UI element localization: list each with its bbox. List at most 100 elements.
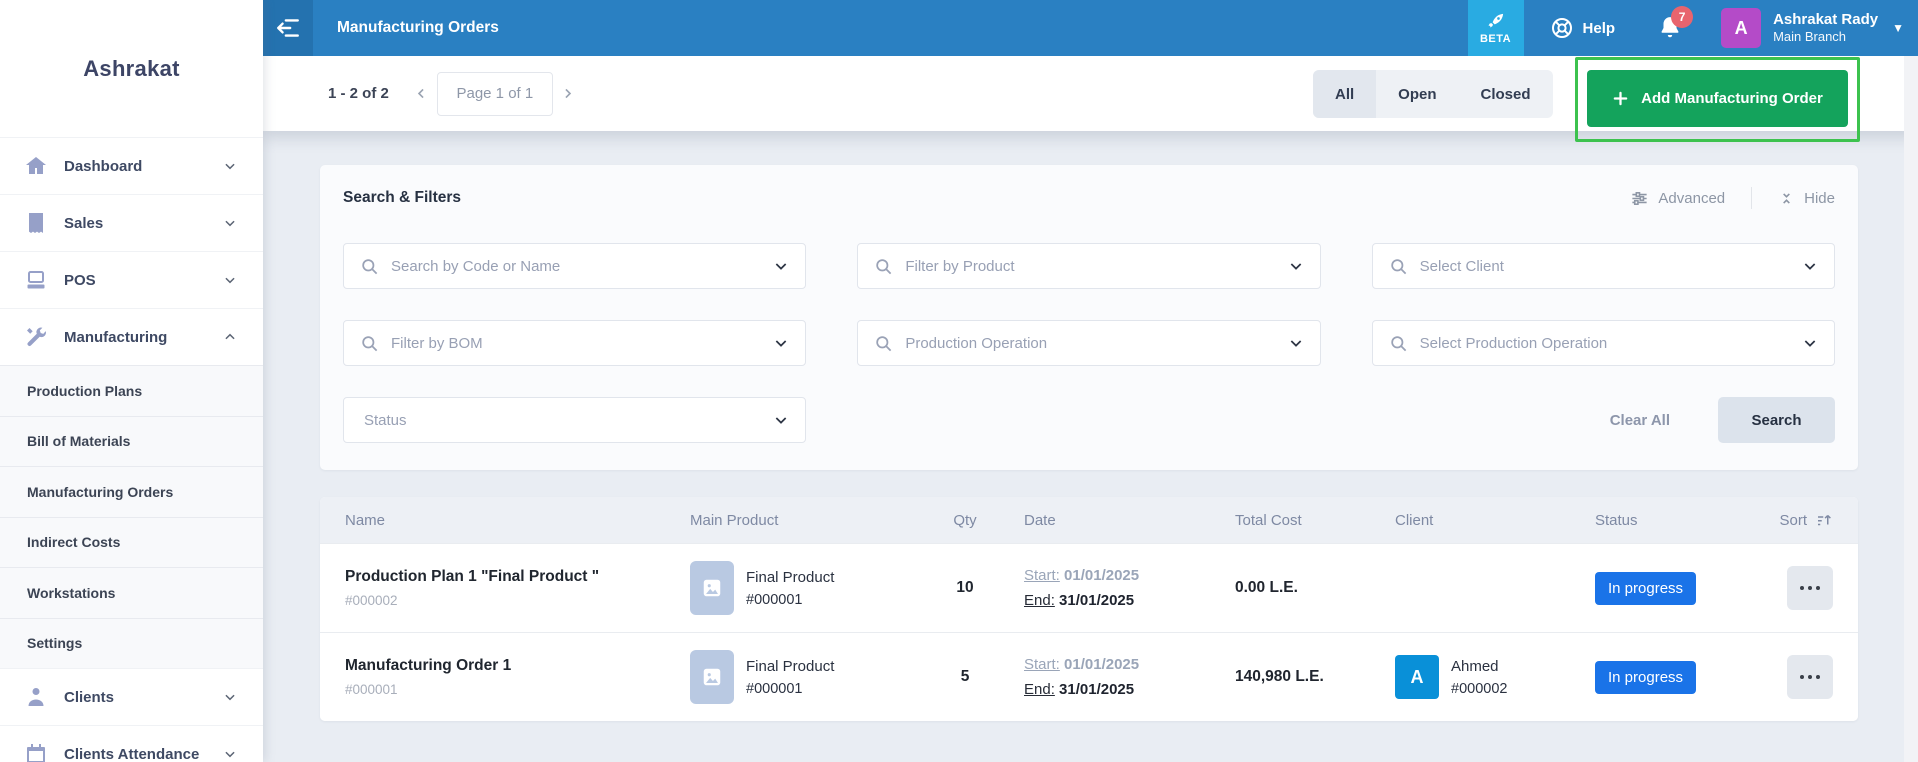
receipt-icon: [24, 211, 48, 235]
filter-placeholder: Select Client: [1419, 257, 1504, 275]
beta-badge[interactable]: BETA: [1467, 0, 1524, 56]
collapse-menu-icon: [275, 15, 301, 41]
chevron-down-icon: [1802, 335, 1818, 351]
chevron-down-icon: [223, 273, 237, 287]
column-header-client: Client: [1395, 511, 1434, 529]
client-avatar: A: [1395, 655, 1439, 699]
sidebar: Ashrakat Dashboard Sales POS Manufacturi…: [0, 0, 263, 762]
sidebar-item-label: Sales: [64, 214, 104, 232]
submenu-item-manufacturing-orders[interactable]: Manufacturing Orders: [0, 466, 263, 517]
order-id: #000002: [345, 593, 398, 608]
submenu-item-workstations[interactable]: Workstations: [0, 567, 263, 618]
table-row[interactable]: Manufacturing Order 1 #000001 Final Prod…: [320, 632, 1858, 721]
brand-logo: Ashrakat: [83, 55, 180, 81]
order-dates: Start: 01/01/2025 End: 31/01/2025: [990, 563, 1210, 614]
pagination: 1 - 2 of 2 Page 1 of 1: [328, 71, 583, 116]
scrollbar-track[interactable]: [1904, 56, 1918, 762]
order-total-cost: 140,980 L.E.: [1235, 668, 1324, 685]
chevron-down-icon: [223, 747, 237, 761]
filter-production-operation[interactable]: Production Operation: [857, 320, 1321, 366]
notifications-button[interactable]: 7: [1657, 6, 1694, 41]
sidebar-item-label: POS: [64, 271, 96, 289]
help-label: Help: [1582, 19, 1616, 37]
submenu-item-settings[interactable]: Settings: [0, 617, 263, 669]
caret-down-icon: ▼: [1892, 21, 1904, 35]
advanced-filters-link[interactable]: Advanced: [1630, 189, 1725, 208]
tab-open[interactable]: Open: [1376, 70, 1458, 118]
client-name: Ahmed: [1451, 657, 1499, 675]
start-date: 01/01/2025: [1064, 566, 1140, 584]
sort-label: Sort: [1779, 511, 1807, 529]
add-button-label: Add Manufacturing Order: [1641, 90, 1823, 107]
product-name: Final Product: [746, 657, 835, 675]
end-label: End:: [1024, 592, 1055, 609]
order-qty: 5: [960, 668, 970, 685]
order-qty: 10: [956, 579, 974, 596]
filter-status[interactable]: Status: [343, 397, 807, 443]
user-menu[interactable]: A Ashrakat Rady Main Branch ▼: [1721, 8, 1904, 48]
chevron-down-icon: [773, 258, 789, 274]
order-id: #000001: [345, 682, 398, 697]
order-name: Production Plan 1 "Final Product ": [345, 568, 600, 585]
start-label: Start:: [1024, 655, 1060, 673]
product-image-placeholder: [690, 561, 734, 615]
topbar: Manufacturing Orders BETA Help 7 A Ashra…: [263, 0, 1918, 56]
sidebar-item-sales[interactable]: Sales: [0, 194, 263, 251]
topbar-right: BETA Help 7 A Ashrakat Rady Main Branch …: [1467, 0, 1918, 56]
chevron-down-icon: [223, 216, 237, 230]
collapse-vertical-icon: [1778, 190, 1795, 207]
product-id: #000001: [746, 680, 803, 697]
row-actions-button[interactable]: [1787, 566, 1833, 610]
status-badge[interactable]: In progress: [1595, 571, 1697, 605]
filters-panel-title: Search & Filters: [343, 189, 462, 206]
filter-search-code-name[interactable]: Search by Code or Name: [343, 243, 807, 289]
tab-closed[interactable]: Closed: [1459, 70, 1553, 118]
prev-page-button[interactable]: [407, 72, 437, 116]
results-range: 1 - 2 of 2: [328, 85, 389, 102]
advanced-label: Advanced: [1658, 189, 1726, 207]
sidebar-item-clients[interactable]: Clients: [0, 668, 263, 725]
filter-product[interactable]: Filter by Product: [857, 243, 1321, 289]
filter-placeholder: Select Production Operation: [1419, 334, 1608, 352]
help-button[interactable]: Help: [1550, 16, 1616, 40]
search-button[interactable]: Search: [1718, 397, 1835, 443]
column-header-total-cost: Total Cost: [1235, 511, 1302, 529]
hide-filters-link[interactable]: Hide: [1778, 190, 1835, 207]
filter-client[interactable]: Select Client: [1371, 243, 1835, 289]
sidebar-item-clients-attendance[interactable]: Clients Attendance: [0, 725, 263, 762]
sidebar-item-dashboard[interactable]: Dashboard: [0, 137, 263, 194]
submenu-item-indirect-costs[interactable]: Indirect Costs: [0, 516, 263, 568]
sidebar-collapse-button[interactable]: [263, 0, 313, 56]
sidebar-item-label: Clients Attendance: [64, 745, 200, 762]
product-id: #000001: [746, 591, 803, 608]
status-badge[interactable]: In progress: [1595, 660, 1697, 694]
order-name: Manufacturing Order 1: [345, 657, 512, 674]
next-page-button[interactable]: [553, 72, 583, 116]
row-actions-button[interactable]: [1787, 655, 1833, 699]
content-area: Search & Filters Advanced Hide Search by…: [263, 131, 1918, 721]
chevron-down-icon: [773, 335, 789, 351]
chevron-down-icon: [223, 690, 237, 704]
product-image-placeholder: [690, 650, 734, 704]
notification-count-badge: 7: [1671, 6, 1694, 28]
pos-terminal-icon: [24, 268, 48, 292]
tab-all[interactable]: All: [1313, 70, 1377, 118]
submenu-item-production-plans[interactable]: Production Plans: [0, 365, 263, 416]
add-manufacturing-order-button[interactable]: Add Manufacturing Order: [1587, 70, 1848, 127]
search-filters-panel: Search & Filters Advanced Hide Search by…: [320, 165, 1858, 470]
column-header-sort[interactable]: Sort: [1725, 511, 1833, 529]
filter-select-production-operation[interactable]: Select Production Operation: [1371, 320, 1835, 366]
sidebar-item-manufacturing[interactable]: Manufacturing: [0, 308, 263, 365]
user-info: Ashrakat Rady Main Branch: [1773, 11, 1878, 46]
filter-bom[interactable]: Filter by BOM: [343, 320, 807, 366]
manufacturing-submenu: Production Plans Bill of Materials Manuf…: [0, 365, 263, 668]
submenu-item-bill-of-materials[interactable]: Bill of Materials: [0, 415, 263, 467]
sliders-icon: [1630, 189, 1649, 208]
column-header-status: Status: [1595, 511, 1638, 529]
sidebar-item-label: Dashboard: [64, 157, 143, 175]
sidebar-item-pos[interactable]: POS: [0, 251, 263, 308]
column-header-name: Name: [345, 511, 386, 529]
clear-all-link[interactable]: Clear All: [1610, 412, 1670, 429]
table-row[interactable]: Production Plan 1 "Final Product " #0000…: [320, 543, 1858, 632]
